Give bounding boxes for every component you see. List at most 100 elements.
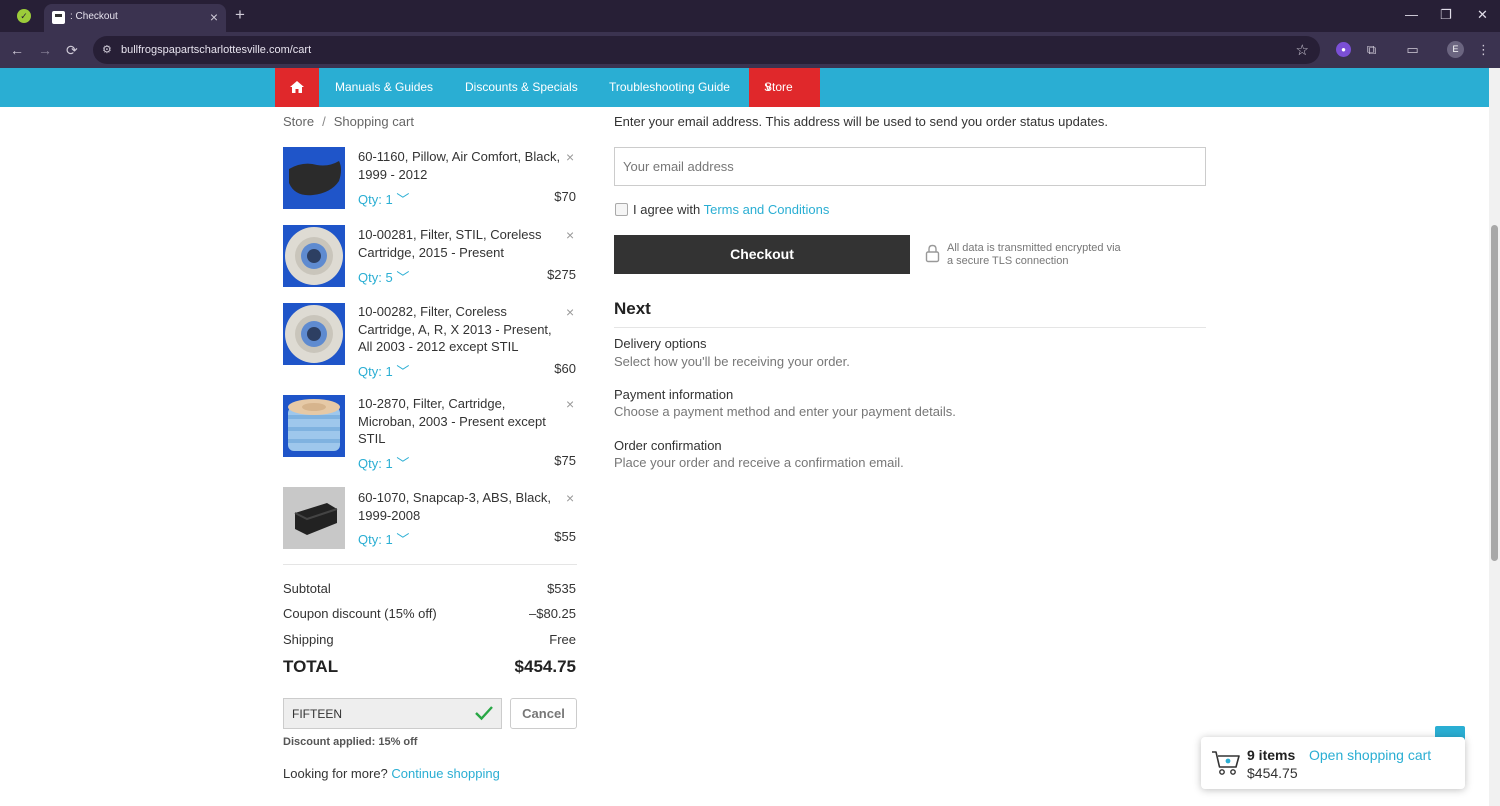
terms-checkbox[interactable] — [615, 203, 628, 216]
browser-tab[interactable]: : Checkout × — [44, 4, 226, 32]
filter-image — [285, 305, 343, 363]
window-close-icon[interactable]: ✕ — [1477, 7, 1488, 23]
remove-item-icon[interactable]: × — [566, 397, 574, 411]
email-instructions: Enter your email address. This address w… — [614, 114, 1109, 129]
discount-applied-note: Discount applied: 15% off — [283, 736, 418, 748]
item-title[interactable]: 10-2870, Filter, Cartridge, Microban, 20… — [358, 395, 564, 448]
step-title: Order confirmation — [614, 438, 722, 453]
step-title: Delivery options — [614, 336, 707, 351]
new-tab-icon[interactable]: + — [235, 5, 245, 25]
total-value: $454.75 — [514, 657, 576, 676]
nav-store-dropdown[interactable]: Store ∨ — [749, 68, 820, 107]
tab-close-icon[interactable]: × — [210, 9, 218, 25]
item-title[interactable]: 60-1160, Pillow, Air Comfort, Black, 199… — [358, 148, 564, 183]
forward-icon[interactable]: → — [38, 41, 52, 59]
breadcrumb: Store / Shopping cart — [283, 114, 414, 129]
page-scrollbar[interactable] — [1489, 68, 1500, 806]
next-heading: Next — [614, 299, 651, 318]
remove-item-icon[interactable]: × — [566, 228, 574, 242]
nav-manuals-guides[interactable]: Manuals & Guides — [335, 80, 433, 94]
qty-label: Qty: 1 — [358, 192, 393, 207]
qty-label: Qty: 1 — [358, 456, 393, 471]
shopping-cart-icon — [1212, 751, 1240, 775]
item-qty-selector[interactable]: Qty: 5 ﹀ — [358, 267, 409, 286]
subtotal-label: Subtotal — [283, 581, 331, 596]
browser-app-icon[interactable]: ✓ — [17, 9, 31, 23]
chevron-down-icon: ﹀ — [396, 270, 410, 285]
menu-kebab-icon[interactable]: ⋮ — [1476, 42, 1491, 57]
continue-shopping-link[interactable]: Continue shopping — [391, 766, 499, 781]
page-heading-clipped — [283, 98, 413, 107]
cart-item-count: 9 items — [1247, 747, 1296, 763]
floating-cart-widget[interactable]: 9 items Open shopping cart $454.75 — [1201, 737, 1465, 789]
qty-label: Qty: 1 — [358, 532, 393, 547]
item-price: $70 — [554, 189, 576, 204]
extensions-puzzle-icon[interactable]: ⧉ — [1364, 42, 1379, 57]
tab-title: : Checkout — [70, 11, 118, 22]
item-thumbnail[interactable] — [283, 487, 345, 549]
nav-troubleshooting-guide[interactable]: Troubleshooting Guide — [609, 80, 730, 94]
cart-total: $454.75 — [1247, 765, 1298, 781]
address-bar[interactable]: ⚙ bullfrogspapartscharlottesville.com/ca… — [93, 36, 1320, 64]
secure-transmission-note: All data is transmitted encrypted via a … — [947, 242, 1157, 267]
remove-item-icon[interactable]: × — [566, 150, 574, 164]
step-description: Select how you'll be receiving your orde… — [614, 354, 850, 369]
next-divider — [614, 327, 1206, 328]
email-input[interactable]: Your email address — [614, 147, 1206, 186]
check-icon — [475, 706, 493, 721]
discount-value: –$80.25 — [529, 606, 576, 621]
remove-item-icon[interactable]: × — [566, 305, 574, 319]
step-title: Payment information — [614, 387, 734, 402]
reload-icon[interactable]: ⟳ — [66, 41, 78, 59]
item-qty-selector[interactable]: Qty: 1 ﹀ — [358, 453, 409, 472]
scrollbar-thumb[interactable] — [1491, 225, 1498, 561]
extension-icon[interactable]: ● — [1336, 42, 1351, 57]
item-thumbnail[interactable] — [283, 225, 345, 287]
nav-discounts-specials[interactable]: Discounts & Specials — [465, 80, 578, 94]
item-thumbnail[interactable] — [283, 395, 345, 457]
site-info-icon[interactable]: ⚙ — [102, 43, 112, 56]
item-qty-selector[interactable]: Qty: 1 ﹀ — [358, 361, 409, 380]
home-icon — [290, 81, 304, 93]
coupon-input[interactable]: FIFTEEN — [283, 698, 502, 729]
item-thumbnail[interactable] — [283, 147, 345, 209]
step-description: Place your order and receive a confirmat… — [614, 455, 904, 470]
item-qty-selector[interactable]: Qty: 1 ﹀ — [358, 189, 409, 208]
shipping-value: Free — [549, 632, 576, 647]
profile-avatar[interactable]: E — [1447, 41, 1464, 58]
reading-list-icon[interactable]: ▭ — [1405, 42, 1420, 57]
cartridge-image — [288, 399, 340, 451]
chevron-down-icon: ﹀ — [396, 192, 410, 207]
item-title[interactable]: 10-00281, Filter, STIL, Coreless Cartrid… — [358, 226, 564, 261]
terms-link[interactable]: Terms and Conditions — [704, 202, 830, 217]
subtotal-value: $535 — [547, 581, 576, 596]
item-qty-selector[interactable]: Qty: 1 ﹀ — [358, 529, 409, 548]
chevron-down-icon: ﹀ — [396, 456, 410, 471]
back-icon[interactable]: ← — [10, 41, 24, 59]
remove-item-icon[interactable]: × — [566, 491, 574, 505]
open-cart-link[interactable]: Open shopping cart — [1309, 747, 1431, 763]
cancel-coupon-button[interactable]: Cancel — [510, 698, 577, 729]
restore-icon[interactable]: ❐ — [1440, 7, 1452, 23]
breadcrumb-store[interactable]: Store — [283, 114, 314, 129]
item-thumbnail[interactable] — [283, 303, 345, 365]
checkout-button[interactable]: Checkout — [614, 235, 910, 274]
pillow-image — [289, 161, 341, 196]
coupon-code: FIFTEEN — [292, 707, 342, 721]
minimize-icon[interactable]: — — [1405, 7, 1418, 23]
shipping-label: Shipping — [283, 632, 334, 647]
url-text[interactable]: bullfrogspapartscharlottesville.com/cart — [121, 44, 311, 56]
site-navigation: Manuals & Guides Discounts & Specials Tr… — [0, 68, 1489, 107]
step-description: Choose a payment method and enter your p… — [614, 404, 956, 419]
agree-text: I agree with — [633, 202, 701, 217]
item-price: $60 — [554, 361, 576, 376]
chevron-down-icon: ∨ — [764, 80, 773, 94]
item-title[interactable]: 60-1070, Snapcap-3, ABS, Black, 1999-200… — [358, 489, 564, 524]
browser-toolbar: ← → ⟳ ⚙ bullfrogspapartscharlottesville.… — [0, 32, 1500, 68]
browser-tab-bar: ✓ : Checkout × + — ❐ ✕ — [0, 0, 1500, 32]
continue-shopping-line: Looking for more? Continue shopping — [283, 766, 500, 781]
item-price: $55 — [554, 529, 576, 544]
snapcap-image — [294, 503, 338, 535]
bookmark-star-icon[interactable]: ☆ — [1296, 41, 1309, 59]
item-title[interactable]: 10-00282, Filter, Coreless Cartridge, A,… — [358, 303, 564, 356]
